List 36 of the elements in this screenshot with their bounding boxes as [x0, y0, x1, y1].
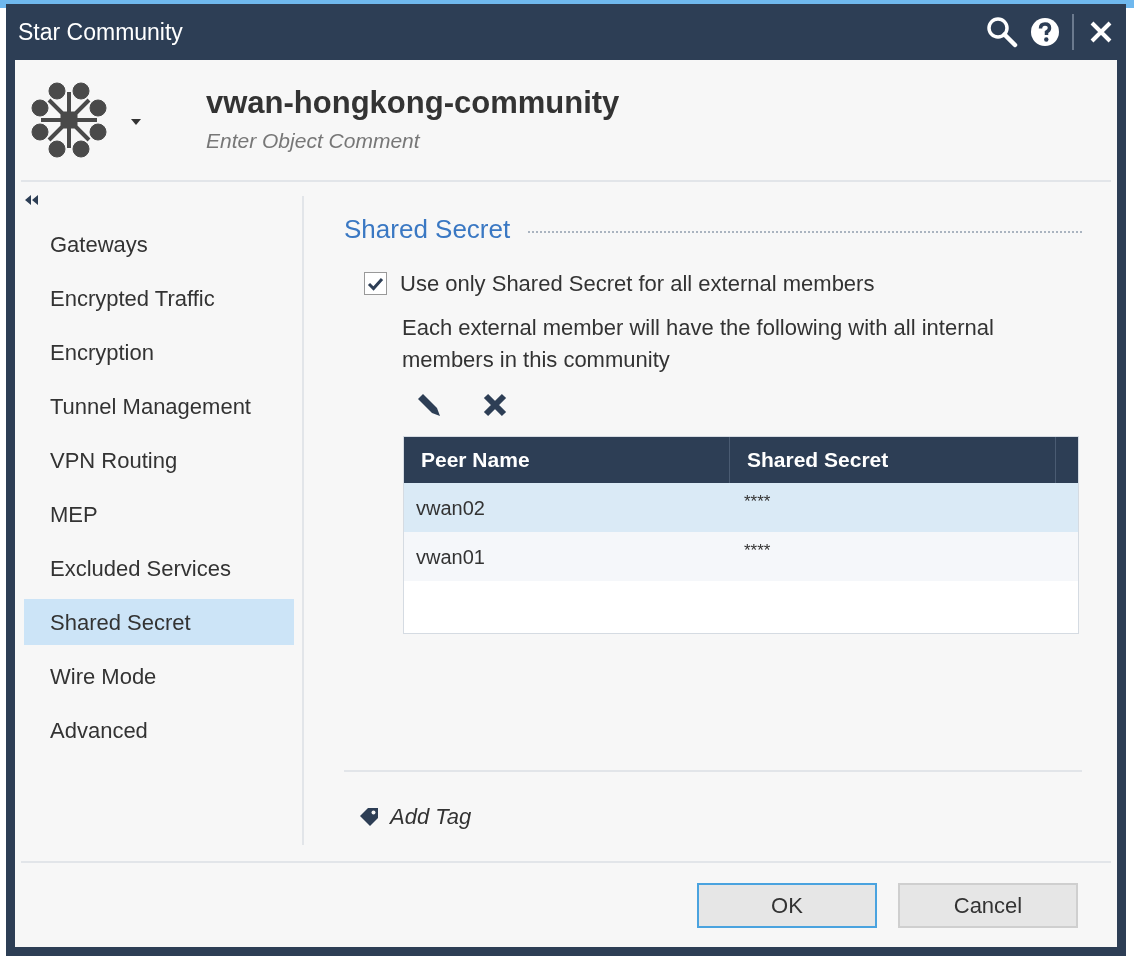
sidebar-item[interactable]: Wire Mode [24, 653, 294, 699]
sidebar-item[interactable]: Encryption [24, 329, 294, 375]
checkmark-icon [367, 276, 384, 291]
sidebar-item[interactable]: Gateways [24, 221, 294, 267]
sidebar-item[interactable]: Tunnel Management [24, 383, 294, 429]
help-icon[interactable] [1030, 17, 1060, 47]
object-name[interactable]: vwan-hongkong-community [206, 83, 706, 124]
cancel-button[interactable]: Cancel [898, 882, 1078, 928]
search-icon[interactable] [986, 16, 1018, 48]
collapse-icon[interactable] [25, 195, 39, 205]
table-row[interactable]: vwan01 **** [404, 532, 1078, 581]
table-cell-text: **** [743, 539, 771, 562]
delete-x-icon[interactable] [482, 392, 508, 418]
comment-field[interactable]: Enter Object Comment [206, 125, 706, 157]
sidebar-item[interactable]: VPN Routing [24, 437, 294, 483]
sidebar-item[interactable]: Advanced [24, 707, 294, 753]
table-cell-text: vwan01 [415, 544, 486, 570]
sidebar-item[interactable]: Shared Secret [24, 599, 294, 645]
table-cell-text: vwan02 [415, 495, 486, 521]
table-row[interactable]: vwan02 **** [404, 483, 1078, 532]
dropdown-caret-icon[interactable] [131, 119, 141, 125]
ok-button[interactable]: OK [697, 882, 877, 928]
tag-icon[interactable] [358, 805, 380, 828]
sidebar-item[interactable]: MEP [24, 491, 294, 537]
window-title: Star Community [18, 17, 183, 47]
checkbox[interactable] [364, 272, 387, 295]
table-cell-text: **** [743, 490, 771, 513]
close-icon[interactable] [1090, 21, 1112, 43]
description-text: Each external member will have the following with all internal members in this community [402, 314, 995, 374]
checkbox-label: Use only Shared Secret for all external members [400, 270, 875, 298]
sidebar-item[interactable]: Excluded Services [24, 545, 294, 591]
edit-pencil-icon[interactable] [416, 392, 442, 418]
sidebar-item[interactable]: Encrypted Traffic [24, 275, 294, 321]
network-star-icon [31, 82, 107, 158]
section-title: Shared Secret [344, 213, 511, 246]
add-tag-link[interactable]: Add Tag [390, 800, 472, 833]
